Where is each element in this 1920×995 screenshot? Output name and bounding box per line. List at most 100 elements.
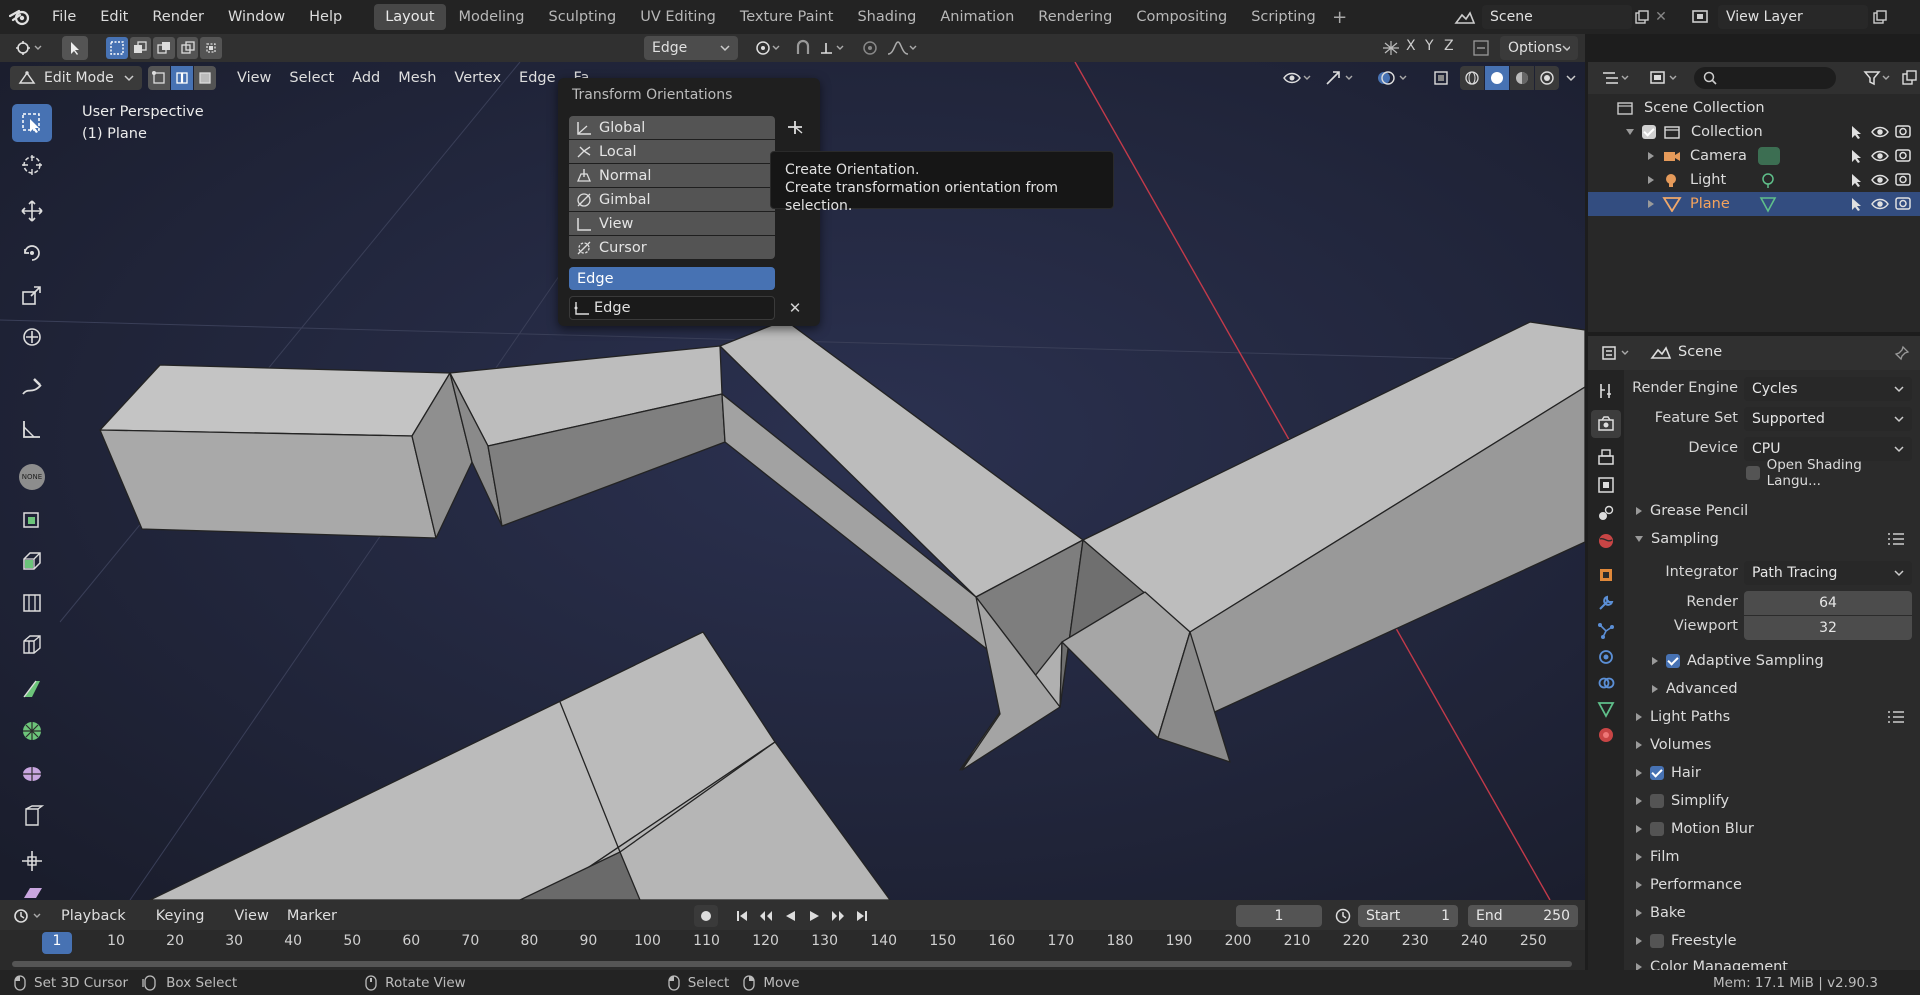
physics-tab-icon[interactable]	[1593, 644, 1619, 670]
new-collection-icon[interactable]	[1898, 66, 1920, 90]
tab-scripting[interactable]: Scripting	[1240, 4, 1326, 30]
scale-tool[interactable]	[12, 276, 52, 314]
inset-faces-tool[interactable]	[12, 542, 52, 580]
menu-vertex[interactable]: Vertex	[445, 65, 510, 91]
display-mode-icon[interactable]	[1644, 66, 1684, 90]
world-tab-icon[interactable]	[1593, 528, 1619, 554]
new-scene-icon[interactable]	[1632, 10, 1652, 24]
shrink-fatten-tool[interactable]	[12, 842, 52, 880]
overlays-toggle-icon[interactable]	[1372, 66, 1414, 90]
orientation-view[interactable]: View	[569, 212, 775, 235]
timeline-scrollbar[interactable]	[12, 961, 1572, 967]
snap-toggle-icon[interactable]	[790, 36, 816, 60]
osl-checkbox[interactable]	[1746, 466, 1760, 480]
collection-exclude-checkbox[interactable]	[1642, 125, 1656, 139]
hair-checkbox[interactable]	[1650, 766, 1664, 780]
tab-layout[interactable]: Layout	[374, 4, 446, 30]
osl-checkbox-row[interactable]: Open Shading Langu...	[1746, 457, 1916, 489]
panel-simplify[interactable]: Simplify	[1624, 788, 1920, 814]
menu-keying[interactable]: Keying	[147, 903, 214, 929]
loop-cut-tool[interactable]	[12, 626, 52, 664]
prev-keyframe-icon[interactable]	[756, 909, 776, 923]
start-frame-field[interactable]: Start 1	[1358, 905, 1458, 927]
menu-file[interactable]: File	[40, 0, 88, 34]
options-dropdown[interactable]: Options	[1500, 36, 1578, 60]
panel-grease-pencil[interactable]: Grease Pencil	[1624, 498, 1920, 524]
rotate-tool[interactable]	[12, 234, 52, 272]
expand-collection-icon[interactable]	[1626, 129, 1634, 135]
select-box-tool-icon[interactable]	[62, 36, 88, 60]
select-subtract-mode-icon[interactable]	[153, 37, 175, 59]
outliner-search-field[interactable]	[1694, 67, 1836, 89]
outliner-scene-collection[interactable]: Scene Collection	[1588, 96, 1920, 120]
orientation-local[interactable]: Local	[569, 140, 775, 163]
particles-tab-icon[interactable]	[1593, 618, 1619, 644]
panel-freestyle[interactable]: Freestyle	[1624, 928, 1920, 954]
record-icon[interactable]	[694, 905, 718, 927]
output-tab-icon[interactable]	[1593, 444, 1619, 470]
modifier-tab-icon[interactable]	[1593, 590, 1619, 616]
menu-window[interactable]: Window	[216, 0, 297, 34]
proportional-falloff-icon[interactable]	[884, 36, 920, 60]
edge-select-icon[interactable]	[171, 66, 193, 90]
panel-color-management[interactable]: Color Management	[1624, 954, 1920, 970]
orientation-global[interactable]: Global	[569, 116, 775, 139]
viewport-samples-field[interactable]: 32	[1744, 616, 1912, 640]
panel-adaptive-sampling[interactable]: Adaptive Sampling	[1624, 648, 1920, 674]
object-tab-icon[interactable]	[1593, 562, 1619, 588]
scene-tab-icon[interactable]	[1593, 500, 1619, 526]
preview-range-clock-icon[interactable]	[1332, 905, 1354, 927]
pivot-point-icon[interactable]	[750, 36, 786, 60]
shear-tool[interactable]	[12, 882, 52, 900]
new-view-layer-icon[interactable]	[1868, 10, 1892, 24]
orientation-normal[interactable]: Normal	[569, 164, 775, 187]
expand-camera-icon[interactable]	[1648, 152, 1654, 160]
solid-shading-icon[interactable]	[1485, 66, 1509, 90]
mesh-data-icon[interactable]	[1758, 195, 1778, 213]
menu-timeline-view[interactable]: View	[225, 903, 277, 929]
annotate-tool[interactable]	[12, 368, 52, 406]
filter-icon[interactable]	[1860, 66, 1896, 90]
render-tab-icon[interactable]	[1591, 410, 1621, 438]
scene-icon[interactable]	[1448, 9, 1482, 25]
outliner-editor-type-icon[interactable]	[1596, 66, 1636, 90]
xray-toggle-icon[interactable]	[1428, 66, 1454, 90]
visibility-selectability-icon[interactable]	[1278, 66, 1318, 90]
select-extend-mode-icon[interactable]	[129, 37, 152, 59]
jump-start-icon[interactable]	[732, 909, 752, 923]
tab-rendering[interactable]: Rendering	[1027, 4, 1123, 30]
mirror-axis-y[interactable]: Y	[1425, 38, 1434, 54]
presets-list-icon[interactable]	[1886, 531, 1906, 547]
extrude-region-tool[interactable]	[12, 500, 52, 538]
render-samples-field[interactable]: 64	[1744, 591, 1912, 615]
presets-list-icon[interactable]	[1886, 709, 1906, 725]
tool-tab-icon[interactable]	[1593, 378, 1619, 404]
view-layer-icon[interactable]	[1684, 9, 1718, 25]
panel-film[interactable]: Film	[1624, 844, 1920, 870]
camera-data-icon[interactable]	[1758, 147, 1780, 165]
view-layer-tab-icon[interactable]	[1593, 472, 1619, 498]
mirror-axis-z[interactable]: Z	[1444, 38, 1454, 54]
menu-marker[interactable]: Marker	[278, 903, 346, 929]
light-data-icon[interactable]	[1758, 171, 1778, 189]
visibility-icons[interactable]	[1844, 120, 1920, 216]
smooth-tool[interactable]	[12, 798, 52, 836]
gizmo-toggle-icon[interactable]	[1320, 66, 1360, 90]
mirror-icon[interactable]	[1378, 36, 1404, 60]
end-frame-field[interactable]: End 250	[1468, 905, 1578, 927]
rendered-shading-icon[interactable]	[1535, 66, 1559, 90]
auto-merge-icon[interactable]	[1468, 36, 1494, 60]
add-workspace-plus-icon[interactable]: +	[1329, 7, 1351, 28]
tab-texture-paint[interactable]: Texture Paint	[729, 4, 845, 30]
menu-select[interactable]: Select	[280, 65, 343, 91]
spin-tool[interactable]	[12, 754, 52, 792]
menu-edge[interactable]: Edge	[510, 65, 565, 91]
panel-light-paths[interactable]: Light Paths	[1624, 704, 1920, 730]
menu-add[interactable]: Add	[343, 65, 389, 91]
poly-build-tool[interactable]	[12, 712, 52, 750]
move-tool[interactable]	[12, 192, 52, 230]
timeline-editor-type-icon[interactable]	[8, 904, 48, 928]
panel-performance[interactable]: Performance	[1624, 872, 1920, 898]
panel-bake[interactable]: Bake	[1624, 900, 1920, 926]
material-tab-icon[interactable]	[1593, 722, 1619, 748]
